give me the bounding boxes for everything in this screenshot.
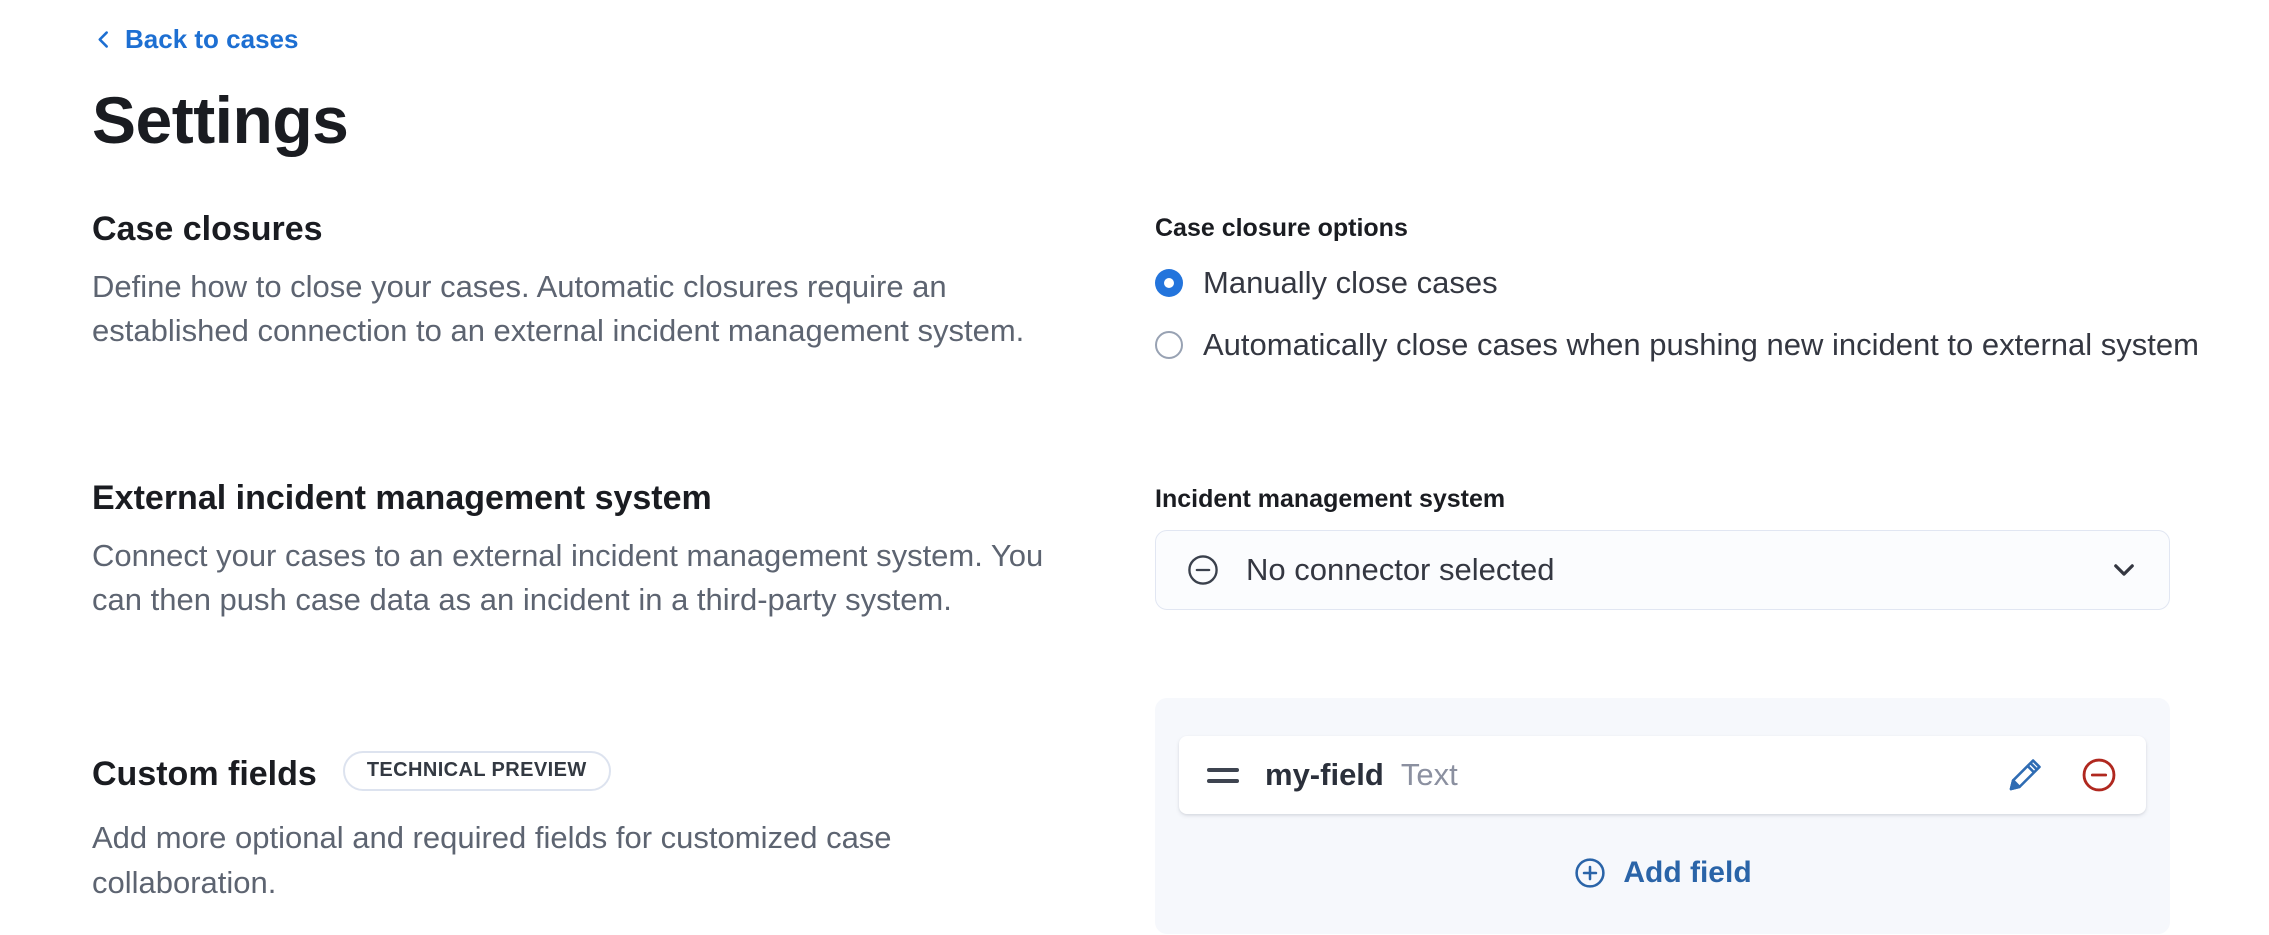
case-closures-description: Define how to close your cases. Automati… <box>92 265 1082 355</box>
case-closure-radio-group: Manually close cases Automatically close… <box>1155 265 2170 363</box>
back-link-label: Back to cases <box>125 24 298 55</box>
drag-handle-icon[interactable] <box>1207 768 1239 783</box>
plus-circle-icon <box>1573 856 1607 890</box>
radio-unselected-icon[interactable] <box>1155 331 1183 359</box>
edit-field-button[interactable] <box>2006 756 2044 794</box>
case-closure-options-label: Case closure options <box>1155 214 2170 243</box>
custom-fields-section: Custom fields TECHNICAL PREVIEW Add more… <box>92 698 2170 934</box>
custom-fields-description: Add more optional and required fields fo… <box>92 816 1082 906</box>
incident-system-label: Incident management system <box>1155 485 2170 514</box>
connector-select[interactable]: No connector selected <box>1155 530 2170 610</box>
custom-fields-panel: my-field Text <box>1155 698 2170 934</box>
custom-field-row[interactable]: my-field Text <box>1179 736 2146 814</box>
delete-field-button[interactable] <box>2080 756 2118 794</box>
radio-selected-icon[interactable] <box>1155 269 1183 297</box>
pencil-icon <box>2006 756 2044 794</box>
custom-field-name: my-field <box>1265 757 1384 793</box>
chevron-left-icon <box>92 28 115 51</box>
minus-circle-icon <box>2080 756 2118 794</box>
add-field-button[interactable]: Add field <box>1573 856 1751 890</box>
custom-fields-heading: Custom fields <box>92 753 317 796</box>
custom-field-type: Text <box>1401 757 1458 793</box>
page-title: Settings <box>92 82 2170 158</box>
external-system-description: Connect your cases to an external incide… <box>92 534 1082 624</box>
chevron-down-icon <box>2109 555 2139 585</box>
radio-manually-close-cases[interactable]: Manually close cases <box>1155 265 2170 301</box>
radio-automatically-close-cases[interactable]: Automatically close cases when pushing n… <box>1155 327 2170 363</box>
radio-label: Automatically close cases when pushing n… <box>1203 327 2199 363</box>
technical-preview-badge: TECHNICAL PREVIEW <box>343 751 611 791</box>
external-system-section: External incident management system Conn… <box>92 477 2170 623</box>
settings-page: Back to cases Settings Case closures Def… <box>0 0 2269 934</box>
add-field-label: Add field <box>1623 856 1751 890</box>
connector-select-value: No connector selected <box>1246 552 2109 588</box>
case-closures-heading: Case closures <box>92 208 1082 251</box>
external-system-heading: External incident management system <box>92 477 1082 520</box>
minus-circle-icon <box>1186 553 1220 587</box>
back-to-cases-link[interactable]: Back to cases <box>92 24 298 55</box>
case-closures-section: Case closures Define how to close your c… <box>92 208 2170 389</box>
radio-label: Manually close cases <box>1203 265 1498 301</box>
